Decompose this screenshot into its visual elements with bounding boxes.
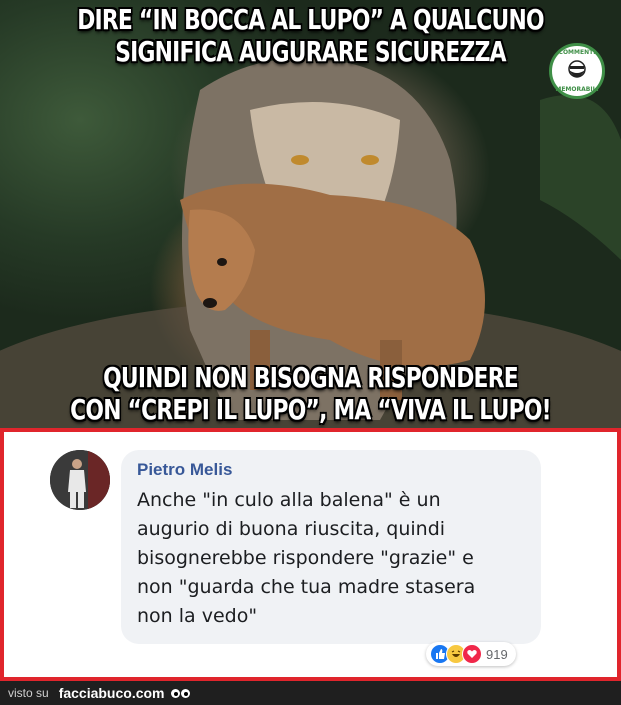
meme-image: DIRE “IN BOCCA AL LUPO” A QUALCUNO SIGNI… [0, 0, 621, 428]
logo-text-bottom: MEMORABILI [555, 86, 599, 93]
eye-right [180, 688, 190, 698]
avatar-photo [50, 450, 110, 510]
comment-bubble: Pietro Melis Anche "in culo alla balena"… [121, 450, 541, 644]
comment-text: Anche "in culo alla balena" è un augurio… [137, 489, 476, 627]
reaction-count: 919 [486, 646, 508, 662]
commenti-memorabili-logo: COMMENTI MEMORABILI [549, 43, 605, 99]
love-icon [462, 644, 482, 664]
eye-left [170, 688, 180, 698]
comment-author[interactable]: Pietro Melis [137, 460, 232, 480]
eyes-icon [170, 688, 191, 698]
site-link[interactable]: facciabuco.com [59, 685, 165, 701]
reactions-summary[interactable]: 919 [426, 642, 516, 666]
avatar[interactable] [50, 450, 110, 510]
logo-text-top: COMMENTI [558, 49, 596, 56]
footer: visto su facciabuco.com [0, 681, 621, 705]
bottom-caption: QUINDI NON BISOGNA RISPONDERE CON “CREPI… [70, 361, 551, 429]
comment-panel: Pietro Melis Anche "in culo alla balena"… [0, 428, 621, 681]
visto-label: visto su [8, 686, 49, 700]
bearded-face-icon [568, 60, 586, 78]
top-caption: DIRE “IN BOCCA AL LUPO” A QUALCUNO SIGNI… [77, 3, 544, 68]
